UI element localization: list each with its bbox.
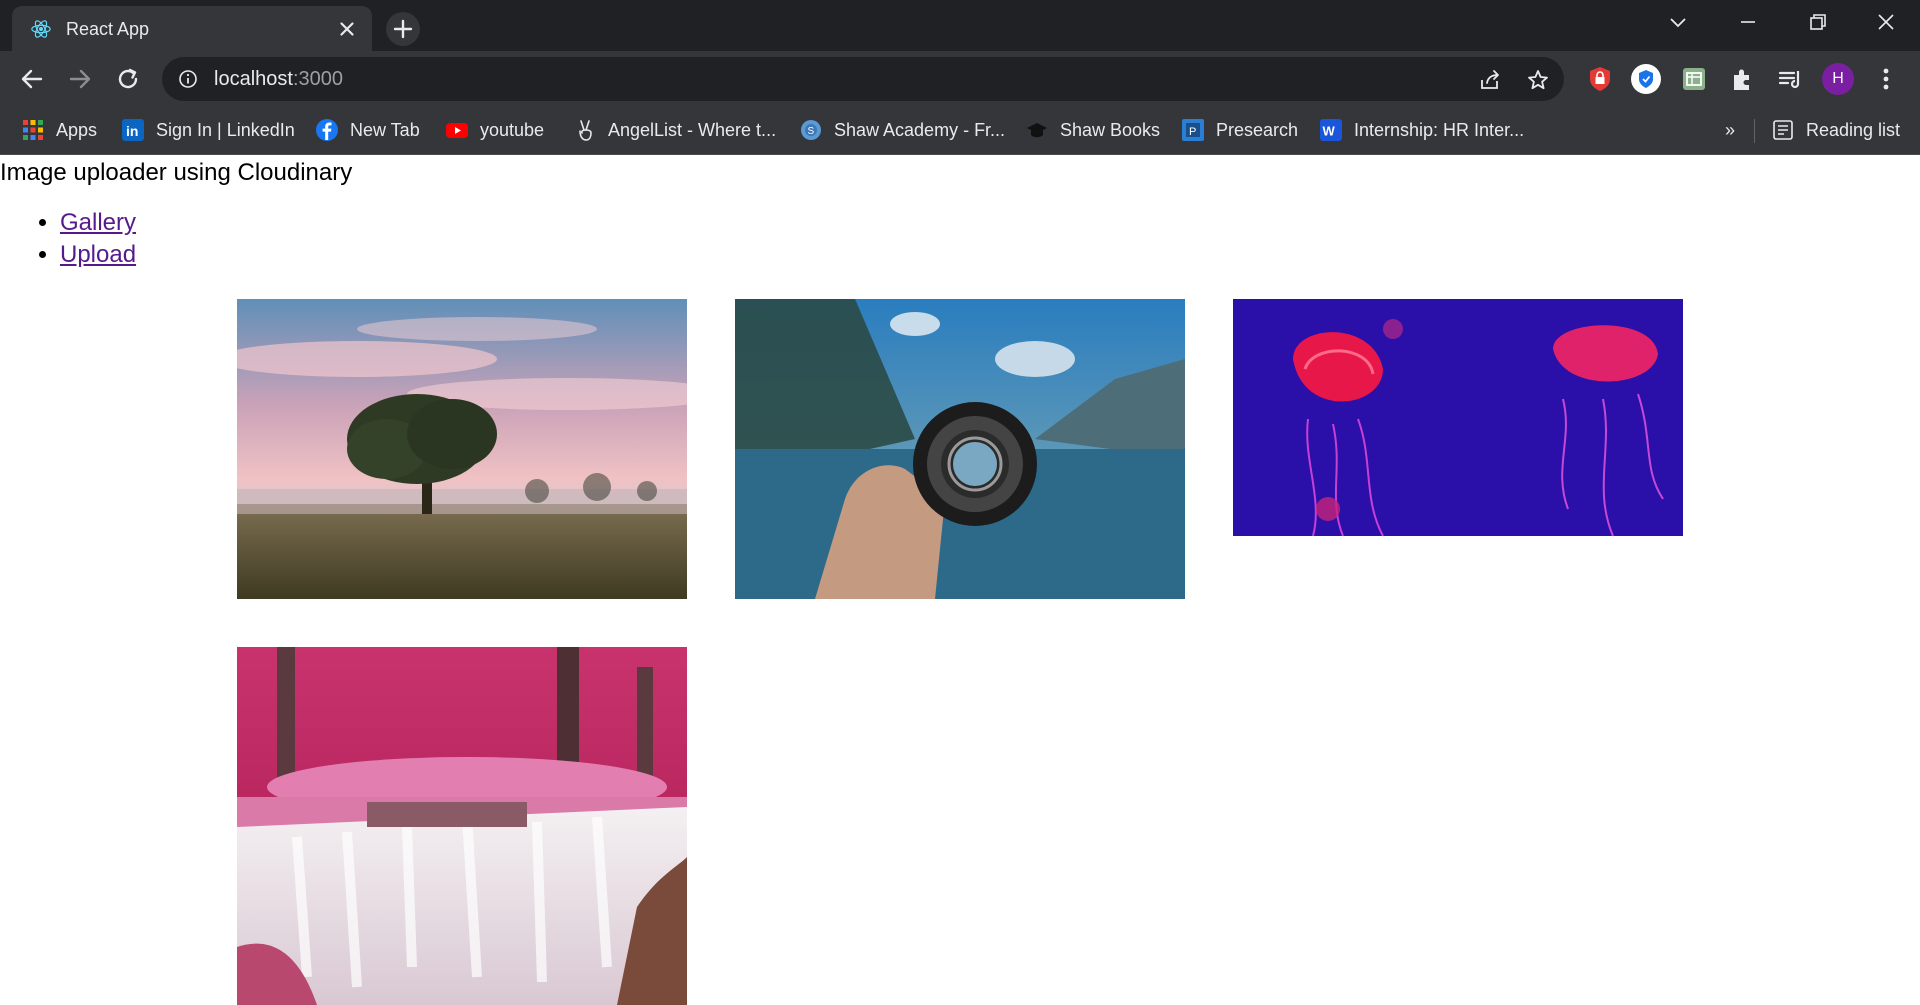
puzzle-extensions-icon[interactable] xyxy=(1726,63,1758,95)
upload-link[interactable]: Upload xyxy=(60,241,136,268)
svg-text:P: P xyxy=(1189,126,1196,138)
profile-initial: H xyxy=(1832,70,1844,87)
bookmark-new-tab[interactable]: New Tab xyxy=(316,117,420,143)
jellyfish-image xyxy=(1233,299,1683,536)
bookmark-linkedin[interactable]: in Sign In | LinkedIn xyxy=(122,117,295,143)
bookmarks-overflow-button[interactable]: » xyxy=(1725,117,1735,143)
linkedin-icon: in xyxy=(122,119,144,141)
bookmark-presearch[interactable]: P Presearch xyxy=(1182,117,1298,143)
apps-grid-icon xyxy=(23,120,43,140)
browser-toolbar: localhost:3000 H xyxy=(0,51,1920,107)
back-arrow-icon[interactable] xyxy=(14,61,50,97)
minimize-button[interactable] xyxy=(1714,0,1782,44)
gallery-image-tree[interactable] xyxy=(237,299,687,599)
close-tab-icon[interactable] xyxy=(336,18,358,40)
gallery-link[interactable]: Gallery xyxy=(60,209,136,236)
reload-icon[interactable] xyxy=(110,61,146,97)
bookmark-shaw-academy[interactable]: S Shaw Academy - Fr... xyxy=(800,117,1005,143)
restore-icon xyxy=(1810,14,1826,30)
tab-search-button[interactable] xyxy=(1644,0,1712,44)
internship-icon: W xyxy=(1320,119,1342,141)
waterfall-image xyxy=(237,647,687,1005)
shaw-academy-icon: S xyxy=(801,120,821,140)
sheets-extension-icon[interactable] xyxy=(1678,63,1710,95)
bookmark-youtube[interactable]: youtube xyxy=(446,117,544,143)
facebook-icon xyxy=(316,119,338,141)
gallery-image-lens[interactable] xyxy=(735,299,1185,599)
close-icon xyxy=(1878,14,1894,30)
info-icon[interactable] xyxy=(178,69,198,89)
gallery-image-waterfall[interactable] xyxy=(237,647,687,1005)
reading-list-icon xyxy=(1773,120,1793,140)
minimize-icon xyxy=(1741,21,1755,23)
browser-tab[interactable]: React App xyxy=(12,6,372,51)
url-text: localhost:3000 xyxy=(214,68,343,90)
media-queue-icon[interactable] xyxy=(1774,63,1806,95)
shield-extension-icon[interactable] xyxy=(1630,63,1662,95)
angellist-icon xyxy=(579,120,592,141)
bookmark-apps[interactable]: Apps xyxy=(22,117,97,143)
youtube-icon xyxy=(446,123,468,138)
bookmark-internship[interactable]: W Internship: HR Inter... xyxy=(1320,117,1524,143)
reading-list-button[interactable]: Reading list xyxy=(1772,117,1900,143)
share-icon[interactable] xyxy=(1478,68,1502,92)
page-nav: Gallery Upload xyxy=(0,207,136,271)
bookmarks-bar: Apps in Sign In | LinkedIn New Tab youtu… xyxy=(0,107,1920,155)
star-icon[interactable] xyxy=(1526,68,1550,92)
profile-avatar[interactable]: H xyxy=(1822,63,1854,95)
presearch-icon: P xyxy=(1182,119,1204,141)
nav-item-gallery: Gallery xyxy=(60,207,136,239)
menu-kebab-icon[interactable] xyxy=(1870,63,1902,95)
svg-text:S: S xyxy=(808,126,815,137)
close-window-button[interactable] xyxy=(1852,0,1920,44)
svg-text:W: W xyxy=(1323,124,1336,139)
address-bar[interactable]: localhost:3000 xyxy=(162,57,1564,101)
tree-sunset-image xyxy=(237,299,687,599)
react-icon xyxy=(31,20,51,38)
forward-arrow-icon[interactable] xyxy=(62,61,98,97)
page-content: Image uploader using Cloudinary Gallery … xyxy=(0,155,1920,1005)
bookmarks-divider xyxy=(1754,119,1755,143)
bookmark-shaw-books[interactable]: Shaw Books xyxy=(1026,117,1160,143)
chevron-down-icon xyxy=(1670,18,1686,28)
restore-button[interactable] xyxy=(1784,0,1852,44)
page-title: Image uploader using Cloudinary xyxy=(0,159,353,186)
new-tab-icon[interactable] xyxy=(386,12,420,46)
svg-text:in: in xyxy=(126,123,138,139)
tab-title: React App xyxy=(66,19,150,39)
tab-strip: React App xyxy=(0,0,1920,51)
gallery-image-jellyfish[interactable] xyxy=(1233,299,1683,536)
lens-image xyxy=(735,299,1185,599)
nav-item-upload: Upload xyxy=(60,239,136,271)
bookmark-angellist[interactable]: AngelList - Where t... xyxy=(574,117,776,143)
lock-extension-icon[interactable] xyxy=(1584,63,1616,95)
graduation-cap-icon xyxy=(1027,123,1047,138)
